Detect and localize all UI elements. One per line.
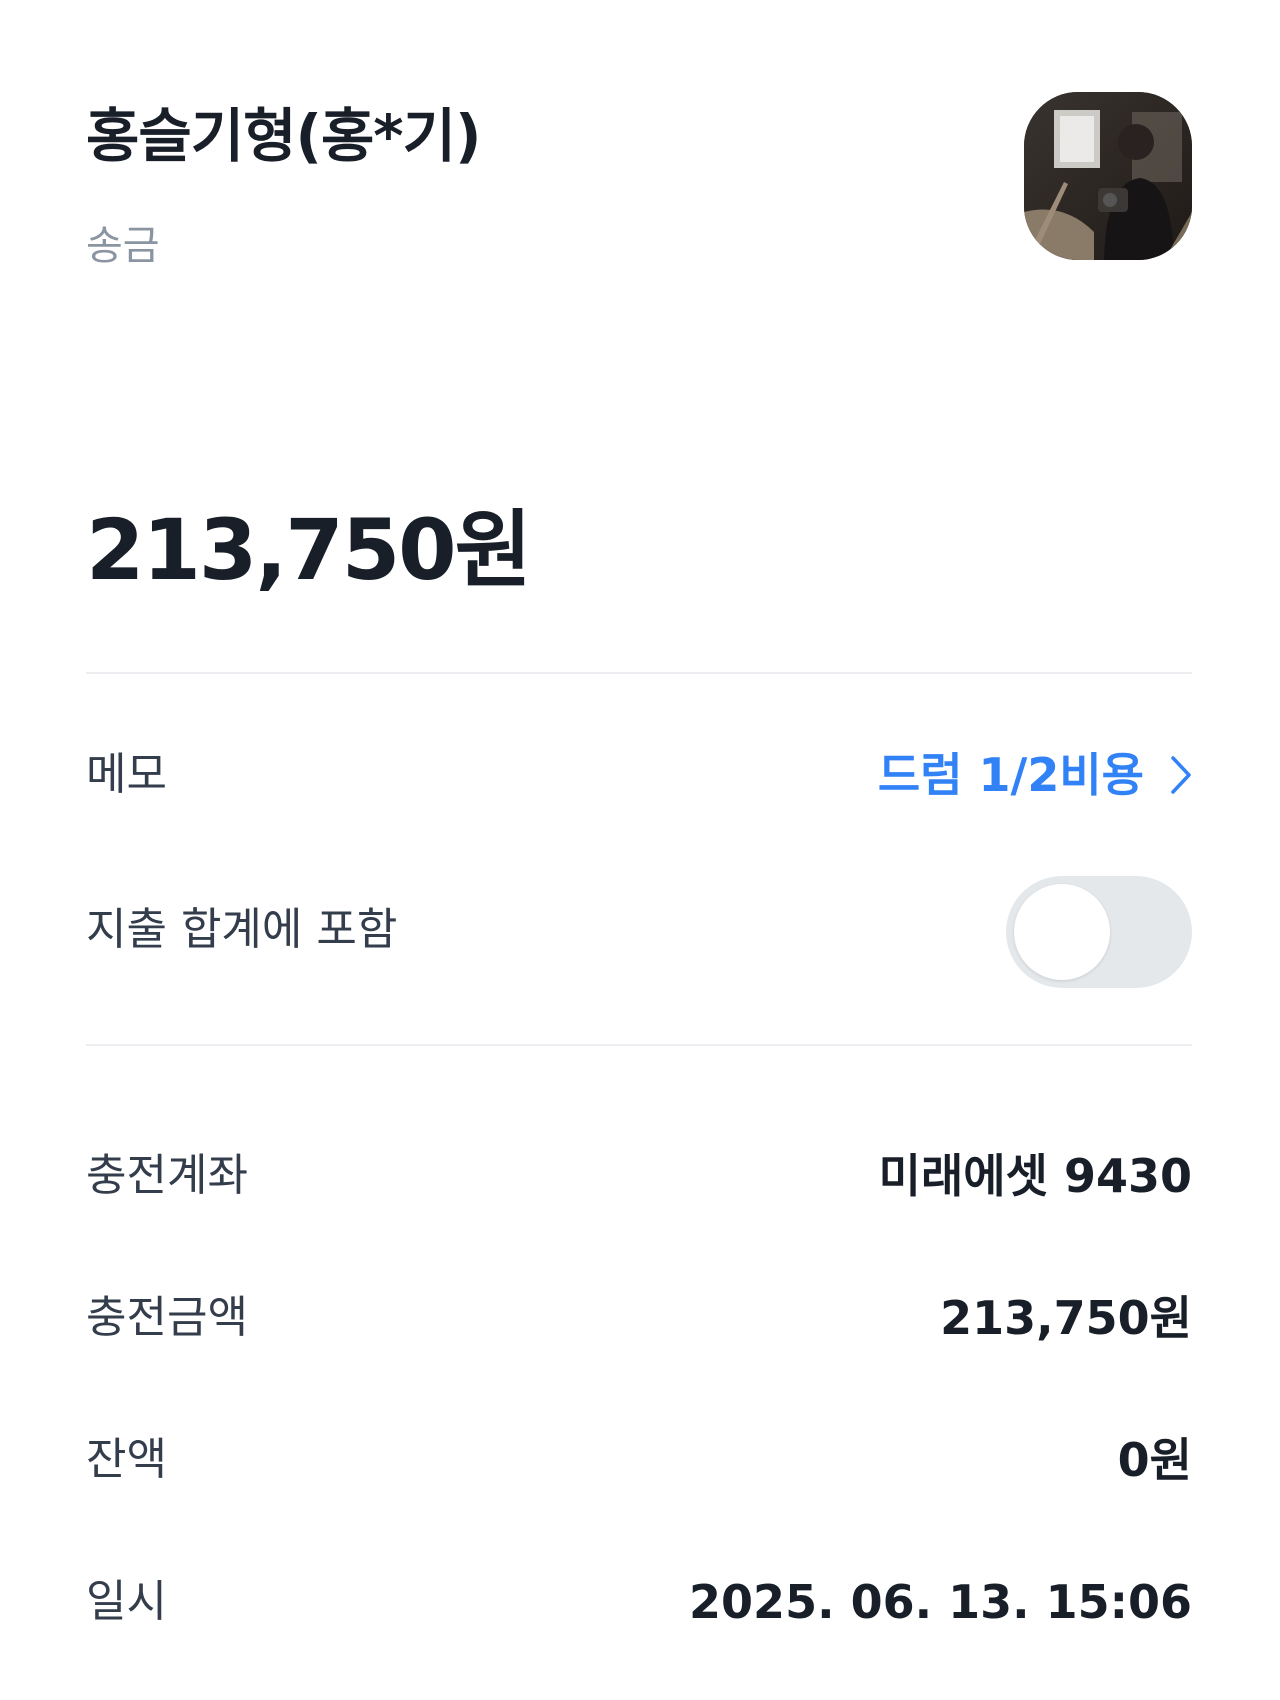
detail-row-datetime: 일시 2025. 06. 13. 15:06 (86, 1562, 1192, 1642)
memo-row[interactable]: 메모 드럼 1/2비용 (86, 735, 1192, 815)
transfer-amount: 213,750원 (86, 501, 532, 599)
detail-label: 충전계좌 (86, 1150, 248, 1201)
toggle-knob (1014, 884, 1110, 980)
detail-label: 잔액 (86, 1434, 167, 1485)
divider (86, 1044, 1192, 1046)
recipient-avatar[interactable] (1024, 92, 1192, 260)
transaction-detail-page: 홍슬기형(홍*기) 송금 213,750원 메모 드럼 1/2비용 지출 합계에… (86, 0, 1192, 1700)
transaction-header: 홍슬기형(홍*기) 송금 (86, 92, 1192, 272)
detail-label: 충전금액 (86, 1292, 248, 1343)
detail-value: 0원 (1117, 1433, 1192, 1487)
include-in-total-row: 지출 합계에 포함 (86, 876, 1192, 988)
detail-label: 일시 (86, 1576, 167, 1627)
avatar-photo (1024, 92, 1192, 260)
divider (86, 672, 1192, 674)
memo-value: 드럼 1/2비용 (877, 748, 1144, 802)
transaction-type: 송금 (86, 223, 160, 269)
detail-row-charge-account: 충전계좌 미래에셋 9430 (86, 1136, 1192, 1216)
chevron-right-icon (1171, 756, 1191, 794)
memo-link[interactable]: 드럼 1/2비용 (878, 749, 1192, 801)
recipient-name: 홍슬기형(홍*기) (86, 102, 482, 170)
include-in-total-toggle[interactable] (1006, 876, 1192, 988)
detail-row-charge-amount: 충전금액 213,750원 (86, 1278, 1192, 1358)
detail-value: 미래에셋 9430 (878, 1149, 1192, 1203)
memo-label: 메모 (86, 749, 167, 800)
detail-value: 213,750원 (940, 1291, 1192, 1345)
include-in-total-label: 지출 합계에 포함 (86, 904, 398, 955)
detail-value: 2025. 06. 13. 15:06 (689, 1575, 1192, 1629)
detail-row-balance: 잔액 0원 (86, 1420, 1192, 1500)
